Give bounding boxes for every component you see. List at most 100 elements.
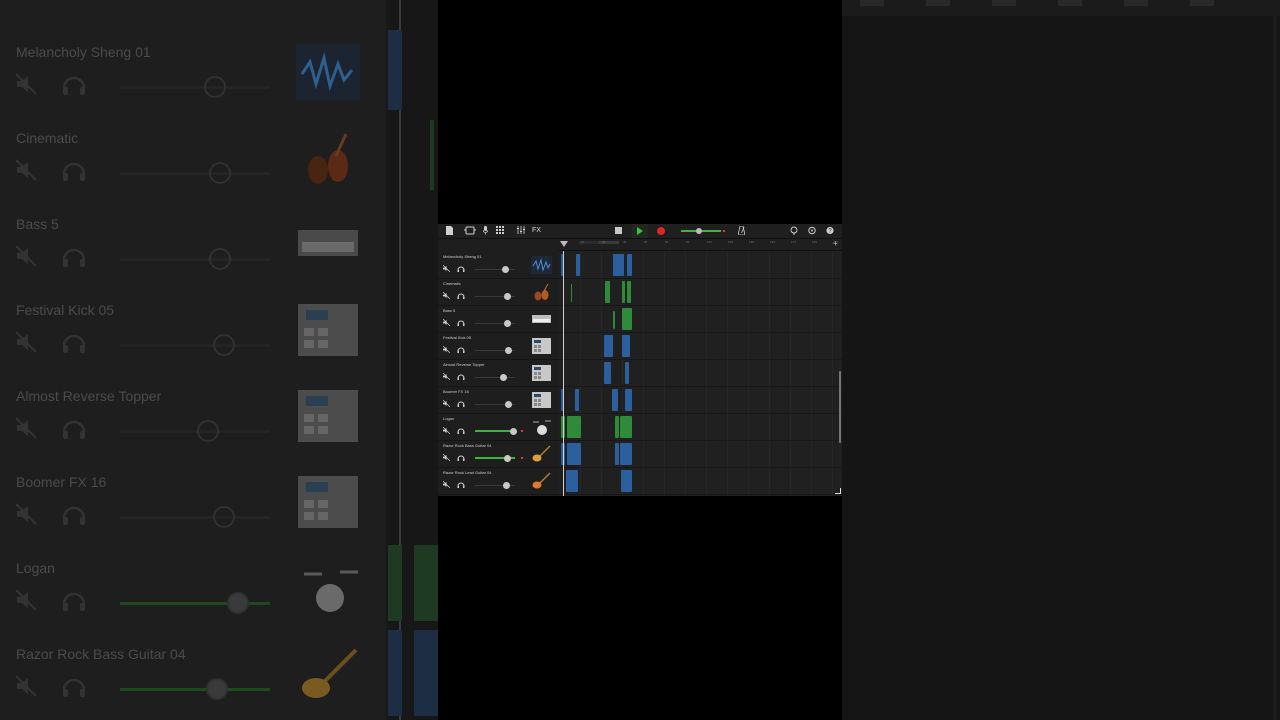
headphones-icon[interactable] [457,454,465,461]
track-header[interactable]: Bass 5 [438,305,559,333]
add-section-button[interactable]: + [833,239,838,248]
volume-knob[interactable] [500,374,507,381]
microphone-button[interactable] [483,226,488,236]
track-header[interactable]: Logan [438,413,559,441]
bar-number: 49 [623,240,627,244]
metronome-button[interactable] [738,226,745,236]
midi-region[interactable] [605,281,610,303]
bg-track: Boomer FX 16 [0,468,386,554]
mute-icon[interactable] [443,319,450,326]
track-lane[interactable] [559,251,842,279]
track-lane[interactable] [559,413,842,441]
audio-region[interactable] [604,335,613,357]
volume-knob[interactable] [504,320,511,327]
volume-knob[interactable] [504,293,511,300]
record-button[interactable] [657,227,665,235]
track-lane[interactable] [559,305,842,333]
fx-button[interactable]: FX [532,226,541,236]
track-lane[interactable] [559,332,842,360]
audio-region[interactable] [575,389,579,411]
mute-icon[interactable] [443,346,450,353]
volume-knob[interactable] [505,347,512,354]
track-lane[interactable] [559,440,842,468]
tracks-area[interactable] [559,251,842,496]
volume-knob[interactable] [504,455,511,462]
vertical-scrollbar[interactable] [839,371,841,443]
browser-button[interactable] [464,226,476,236]
volume-slider[interactable] [475,430,515,432]
headphones-icon[interactable] [457,346,465,353]
audio-region[interactable] [613,254,624,276]
track-header[interactable]: Festival Kick 05 [438,332,559,360]
bg-midi-region [430,120,434,190]
stop-button[interactable] [615,227,622,234]
midi-region[interactable] [627,281,631,303]
audio-region[interactable] [615,443,619,465]
headphones-icon[interactable] [457,481,465,488]
headphones-icon[interactable] [457,400,465,407]
play-button[interactable] [632,224,648,238]
mute-icon[interactable] [443,427,450,434]
volume-slider[interactable] [475,377,515,378]
midi-region[interactable] [613,311,615,329]
master-volume-knob[interactable] [696,228,702,234]
audio-region[interactable] [566,470,578,492]
volume-slider[interactable] [475,269,515,270]
volume-knob[interactable] [505,401,512,408]
settings-button[interactable] [808,226,816,236]
headphones-icon[interactable] [457,427,465,434]
track-header[interactable]: Cinematic [438,278,559,306]
mute-icon[interactable] [443,265,450,272]
audio-region[interactable] [622,335,630,357]
audio-region[interactable] [627,254,632,276]
volume-knob[interactable] [503,482,510,489]
bg-audio-region [414,630,438,716]
mute-icon[interactable] [443,481,450,488]
headphones-icon[interactable] [457,319,465,326]
track-lane[interactable] [559,359,842,387]
mixer-button[interactable] [517,226,525,236]
mute-icon[interactable] [443,400,450,407]
audio-region[interactable] [625,389,632,411]
mute-icon[interactable] [443,292,450,299]
audio-region[interactable] [604,362,611,384]
track-lane[interactable] [559,386,842,414]
loop-browser-button[interactable] [790,226,798,236]
mute-icon[interactable] [443,454,450,461]
audio-region[interactable] [576,254,580,276]
track-header[interactable]: Almost Reverse Topper [438,359,559,387]
track-header[interactable]: Boomer FX 16 [438,386,559,414]
my-songs-button[interactable] [446,226,453,236]
headphones-icon[interactable] [457,292,465,299]
mute-icon[interactable] [443,373,450,380]
control-bar: FX ? [438,224,842,239]
headphones-icon[interactable] [457,265,465,272]
track-name: Logan [443,416,455,421]
audio-region[interactable] [625,362,629,384]
midi-region[interactable] [571,284,572,302]
midi-region[interactable] [622,281,625,303]
midi-region[interactable] [615,416,619,438]
track-header[interactable]: Razor Rock Bass Guitar 04 [438,440,559,468]
midi-region[interactable] [622,308,632,330]
audio-region[interactable] [620,443,632,465]
audio-region[interactable] [621,470,632,492]
timeline-ruler[interactable]: 1 17 33 49 65 81 97 113 129 145 161 177 … [559,239,842,251]
track-name: Cinematic [443,281,461,286]
track-header[interactable]: Razor Rock Lead Guitar 04 [438,467,559,495]
help-button[interactable]: ? [826,226,834,236]
playhead-handle[interactable] [560,241,568,247]
audio-region[interactable] [567,443,581,465]
volume-knob[interactable] [510,428,517,435]
track-lane[interactable] [559,278,842,306]
track-lane[interactable] [559,467,842,495]
track-header[interactable]: Melancholy Sheng 01 [438,251,559,279]
midi-region[interactable] [620,416,632,438]
volume-knob[interactable] [502,266,509,273]
electric-guitar-icon [532,472,551,489]
audio-region[interactable] [612,389,618,411]
headphones-icon[interactable] [457,373,465,380]
resize-handle[interactable] [835,488,841,494]
grid-button[interactable] [496,226,504,236]
midi-region[interactable] [567,416,581,438]
